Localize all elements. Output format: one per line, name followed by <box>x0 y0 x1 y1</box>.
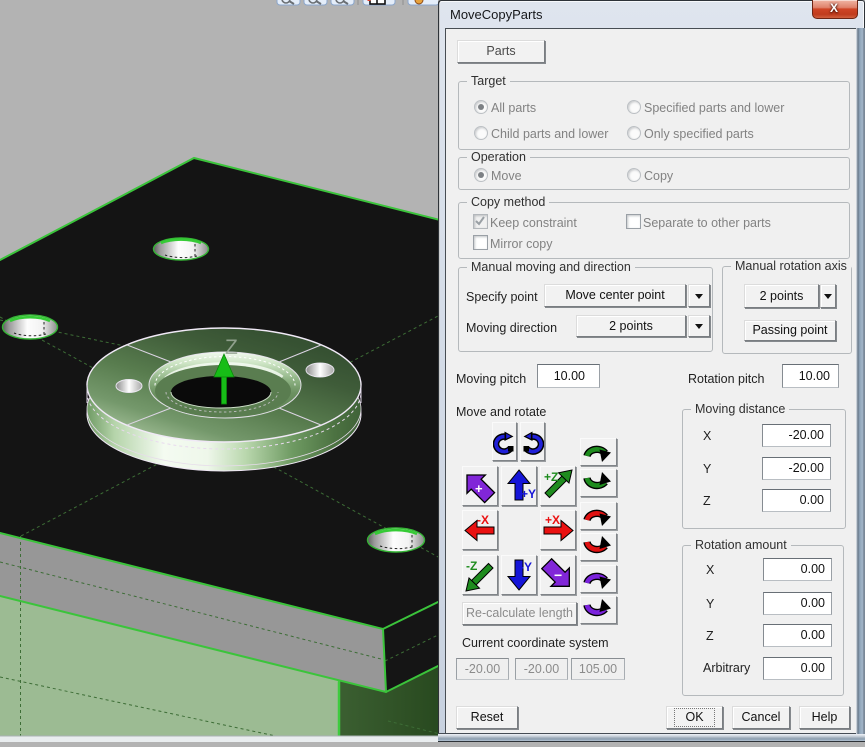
svg-text:-X: -X <box>477 513 489 527</box>
svg-text:Z: Z <box>225 336 238 359</box>
svg-text:+: + <box>475 481 483 496</box>
svg-text:-Y: -Y <box>520 560 532 574</box>
svg-text:+X: +X <box>545 513 560 527</box>
svg-text:-Z: -Z <box>466 559 477 573</box>
svg-text:+Y: +Y <box>521 487 536 501</box>
svg-text:+Z: +Z <box>544 470 558 484</box>
svg-text:−: − <box>554 567 562 583</box>
